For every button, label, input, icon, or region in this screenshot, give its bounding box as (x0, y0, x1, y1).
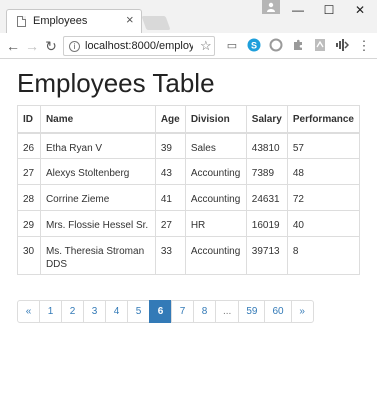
address-bar[interactable]: i localhost:8000/employees?p ☆ (63, 36, 215, 56)
table-row: 29 Mrs. Flossie Hessel Sr. 27 HR 16019 4… (17, 210, 361, 237)
cell-performance: 72 (286, 184, 361, 211)
cell-salary: 7389 (245, 158, 288, 185)
info-icon[interactable]: i (69, 41, 80, 52)
cell-age: 39 (154, 132, 186, 159)
browser-titlebar: Employees × — ☐ ✕ (0, 0, 377, 33)
cell-division: Accounting (184, 184, 247, 211)
menu-icon[interactable]: ⋮ (356, 38, 372, 54)
page-link-6-active[interactable]: 6 (149, 300, 172, 323)
page-ellipsis: ... (215, 300, 240, 323)
cell-id: 29 (17, 210, 41, 237)
table-header-row: ID Name Age Division Salary Performance (17, 105, 361, 134)
skype-icon[interactable]: S (246, 38, 262, 54)
cell-performance: 57 (286, 132, 361, 159)
cell-id: 28 (17, 184, 41, 211)
svg-text:S: S (251, 41, 257, 51)
url-text[interactable]: localhost:8000/employees?p (85, 40, 193, 52)
table-row: 26 Etha Ryan V 39 Sales 43810 57 (17, 132, 361, 159)
cell-age: 41 (154, 184, 186, 211)
star-icon[interactable]: ☆ (200, 38, 212, 54)
column-header-name: Name (39, 105, 156, 134)
audio-icon[interactable] (334, 38, 350, 54)
column-header-age: Age (154, 105, 186, 134)
pagination: « 1 2 3 4 5 6 7 8 ... 59 60 » (17, 300, 314, 323)
back-icon[interactable]: ← (4, 37, 22, 55)
cell-salary: 43810 (245, 132, 288, 159)
reload-icon[interactable]: ↻ (42, 37, 60, 55)
cast-icon[interactable]: ▭ (224, 38, 240, 54)
cell-id: 26 (17, 132, 41, 159)
close-window-button[interactable]: ✕ (344, 0, 376, 20)
cell-name: Etha Ryan V (39, 132, 156, 159)
page-link-59[interactable]: 59 (238, 300, 266, 323)
table-row: 30 Ms. Theresia Stroman DDS 33 Accountin… (17, 236, 361, 275)
cell-name: Alexys Stoltenberg (39, 158, 156, 185)
page-link-4[interactable]: 4 (105, 300, 128, 323)
page-link-8[interactable]: 8 (193, 300, 216, 323)
tab-title: Employees (33, 15, 88, 27)
cell-id: 27 (17, 158, 41, 185)
column-header-id: ID (17, 105, 41, 134)
table-row: 27 Alexys Stoltenberg 43 Accounting 7389… (17, 158, 361, 185)
puzzle-icon[interactable] (290, 38, 306, 54)
employees-table: ID Name Age Division Salary Performance … (17, 105, 361, 275)
cell-division: HR (184, 210, 247, 237)
cell-salary: 39713 (245, 236, 288, 275)
page-next-button[interactable]: » (290, 300, 314, 323)
page-link-2[interactable]: 2 (61, 300, 84, 323)
cell-name: Mrs. Flossie Hessel Sr. (39, 210, 156, 237)
profile-button[interactable] (262, 0, 280, 14)
cell-salary: 24631 (245, 184, 288, 211)
minimize-button[interactable]: — (282, 0, 314, 20)
page-link-60[interactable]: 60 (264, 300, 292, 323)
cell-division: Sales (184, 132, 247, 159)
cell-division: Accounting (184, 236, 247, 275)
page-link-5[interactable]: 5 (127, 300, 150, 323)
forward-icon[interactable]: → (23, 37, 41, 55)
column-header-salary: Salary (245, 105, 288, 134)
column-header-division: Division (184, 105, 247, 134)
close-tab-icon[interactable]: × (126, 13, 134, 27)
page-link-1[interactable]: 1 (39, 300, 62, 323)
browser-toolbar: ← → ↻ i localhost:8000/employees?p ☆ ▭ S… (0, 33, 377, 59)
column-header-performance: Performance (286, 105, 361, 134)
cell-performance: 48 (286, 158, 361, 185)
cell-name: Ms. Theresia Stroman DDS (39, 236, 156, 275)
cell-age: 33 (154, 236, 186, 275)
cell-performance: 40 (286, 210, 361, 237)
maximize-button[interactable]: ☐ (313, 0, 345, 20)
profile-icon (267, 2, 275, 12)
page-link-7[interactable]: 7 (171, 300, 194, 323)
page-title: Employees Table (17, 68, 215, 98)
browser-tab[interactable]: Employees × (6, 9, 142, 33)
table-row: 28 Corrine Zieme 41 Accounting 24631 72 (17, 184, 361, 211)
cell-salary: 16019 (245, 210, 288, 237)
cell-id: 30 (17, 236, 41, 275)
cell-name: Corrine Zieme (39, 184, 156, 211)
page-prev-button[interactable]: « (17, 300, 40, 323)
opera-icon[interactable] (268, 38, 284, 54)
cell-age: 43 (154, 158, 186, 185)
cell-age: 27 (154, 210, 186, 237)
page-icon (17, 16, 26, 27)
cell-performance: 8 (286, 236, 361, 275)
cell-division: Accounting (184, 158, 247, 185)
page-link-3[interactable]: 3 (83, 300, 106, 323)
new-tab-button[interactable] (141, 16, 171, 30)
pdf-icon[interactable] (312, 38, 328, 54)
